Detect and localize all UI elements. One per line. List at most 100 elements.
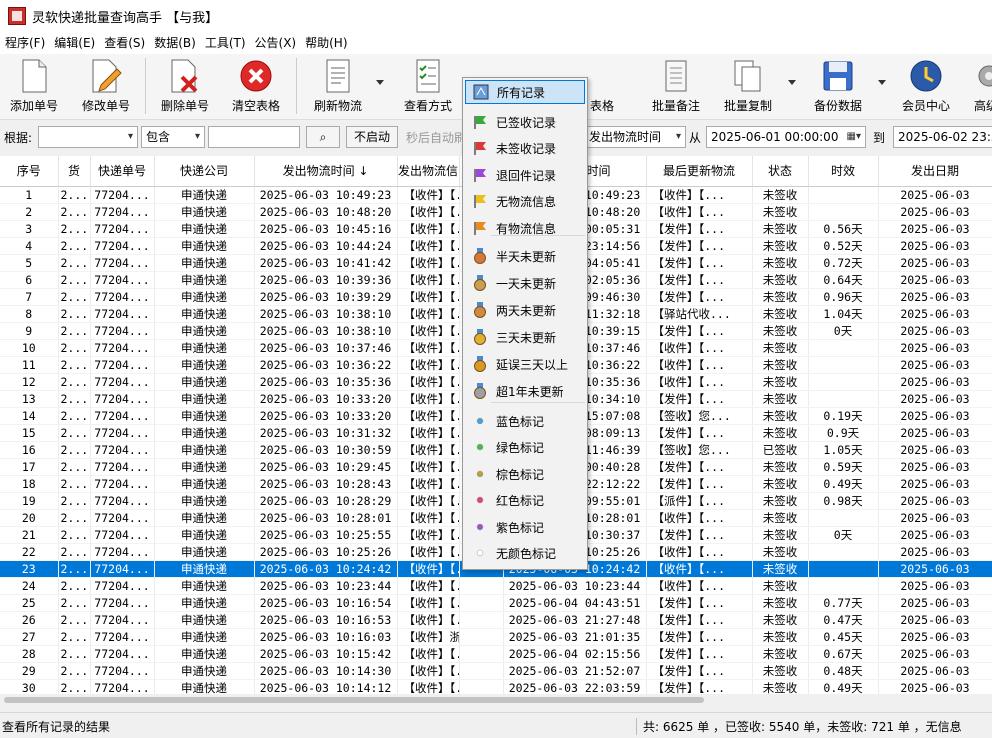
- table-row[interactable]: 29 2... 77204... 申通快递 2025-06-03 10:14:30 【收件…: [0, 662, 992, 680]
- cell-index: 5: [0, 254, 59, 272]
- cell-last-update-info: 【发件】【...: [646, 628, 753, 646]
- cell-last-update-info: 【发件】【...: [646, 254, 753, 272]
- popup-item-1[interactable]: 所有记录: [465, 80, 585, 104]
- batch-copy-button[interactable]: 批量复制: [716, 58, 780, 116]
- column-header-goods[interactable]: 货: [58, 156, 91, 187]
- column-header-tracking-number[interactable]: 快递单号: [90, 156, 155, 187]
- cell-index: 1: [0, 186, 59, 204]
- popup-item-2[interactable]: 已签收记录: [465, 110, 585, 134]
- refresh-logistics-button[interactable]: 刷新物流: [306, 58, 370, 116]
- horizontal-scrollbar[interactable]: [0, 694, 992, 706]
- advanced-button[interactable]: 高级: [966, 58, 992, 116]
- refresh-dropdown-arrow[interactable]: [376, 80, 384, 85]
- popup-item-10[interactable]: 三天未更新: [465, 325, 585, 349]
- start-date-picker[interactable]: 2025-06-01 00:00:00 ▦▾: [706, 126, 866, 148]
- cell-dispatch-info: 【收件】【...: [397, 322, 460, 340]
- cell-goods: 2...: [58, 645, 91, 663]
- cell-courier: 申通快递: [154, 305, 255, 323]
- table-row[interactable]: 24 2... 77204... 申通快递 2025-06-03 10:23:44 【收件…: [0, 577, 992, 595]
- column-header-dispatch-time[interactable]: 发出物流时间 ↓: [254, 156, 398, 187]
- menu-notice[interactable]: 公告(X): [250, 32, 301, 54]
- column-header-duration[interactable]: 时效: [808, 156, 879, 187]
- add-number-button[interactable]: 添加单号: [4, 58, 64, 116]
- cell-dispatch-time: 2025-06-03 10:38:10: [254, 322, 398, 340]
- popup-item-13[interactable]: 蓝色标记: [465, 409, 585, 433]
- batch-note-button[interactable]: 批量备注: [644, 58, 708, 116]
- popup-item-6[interactable]: 有物流信息: [465, 216, 585, 240]
- popup-item-9[interactable]: 两天未更新: [465, 298, 585, 322]
- column-header-dispatch-date[interactable]: 发出日期: [878, 156, 992, 187]
- backup-data-button[interactable]: 备份数据: [806, 58, 870, 116]
- cell-goods: 2...: [58, 305, 91, 323]
- search-icon: ⌕: [319, 130, 327, 144]
- medal-icon: [472, 329, 488, 345]
- dot-icon: [472, 466, 488, 482]
- cell-status: 未签收: [752, 288, 809, 306]
- cell-status: 未签收: [752, 458, 809, 476]
- cell-index: 7: [0, 288, 59, 306]
- menu-data[interactable]: 数据(B): [149, 32, 200, 54]
- copy-dropdown-arrow[interactable]: [788, 80, 796, 85]
- backup-dropdown-arrow[interactable]: [878, 80, 886, 85]
- cell-status: 未签收: [752, 373, 809, 391]
- cell-hidden: [459, 662, 504, 680]
- column-header-dispatch-info[interactable]: 发出物流信: [397, 156, 460, 187]
- column-header-status[interactable]: 状态: [752, 156, 809, 187]
- not-started-button[interactable]: 不启动: [346, 126, 398, 148]
- column-header-courier[interactable]: 快递公司: [154, 156, 255, 187]
- popup-item-16[interactable]: 红色标记: [465, 488, 585, 512]
- filter-field-select[interactable]: ▾: [38, 126, 138, 148]
- keyword-input[interactable]: [208, 126, 300, 148]
- member-center-button[interactable]: 会员中心: [894, 58, 958, 116]
- cell-last-update-info: 【发件】【...: [646, 645, 753, 663]
- clear-table-button[interactable]: 清空表格: [226, 58, 286, 116]
- popup-item-17[interactable]: 紫色标记: [465, 515, 585, 539]
- scrollbar-thumb[interactable]: [4, 697, 704, 703]
- cell-dispatch-time: 2025-06-03 10:45:16: [254, 220, 398, 238]
- popup-item-12[interactable]: 超1年未更新: [465, 379, 585, 403]
- cell-index: 21: [0, 526, 59, 544]
- delete-number-button[interactable]: 删除单号: [155, 58, 215, 116]
- cell-index: 8: [0, 305, 59, 323]
- popup-item-5[interactable]: 无物流信息: [465, 189, 585, 213]
- menu-help[interactable]: 帮助(H): [300, 32, 351, 54]
- end-date-picker[interactable]: 2025-06-02 23:5: [893, 126, 992, 148]
- table-row[interactable]: 28 2... 77204... 申通快递 2025-06-03 10:15:42 【收件…: [0, 645, 992, 663]
- green-flag-icon: [472, 114, 488, 130]
- cell-dispatch-date: 2025-06-03: [878, 679, 992, 694]
- table-row[interactable]: 27 2... 77204... 申通快递 2025-06-03 10:16:03 【收件…: [0, 628, 992, 646]
- cell-dispatch-info: 【收件】【...: [397, 679, 460, 694]
- popup-item-7[interactable]: 半天未更新: [465, 244, 585, 268]
- popup-item-18[interactable]: 无颜色标记: [465, 541, 585, 565]
- table-row[interactable]: 26 2... 77204... 申通快递 2025-06-03 10:16:53 【收件…: [0, 611, 992, 629]
- menu-program[interactable]: 程序(F): [0, 32, 49, 54]
- popup-item-11[interactable]: 延误三天以上: [465, 352, 585, 376]
- menu-tools[interactable]: 工具(T): [200, 32, 250, 54]
- search-button[interactable]: ⌕: [306, 126, 340, 148]
- table-row[interactable]: 25 2... 77204... 申通快递 2025-06-03 10:16:54 【收件…: [0, 594, 992, 612]
- menu-edit[interactable]: 编辑(E): [49, 32, 99, 54]
- medal-icon: [472, 356, 488, 372]
- match-mode-select[interactable]: 包含 ▾: [141, 126, 205, 148]
- popup-item-label: 所有记录: [497, 85, 546, 100]
- export-table-button[interactable]: 表格: [582, 58, 622, 116]
- time-field-select[interactable]: 发出物流时间 ▾: [584, 126, 686, 148]
- popup-item-3[interactable]: 未签收记录: [465, 136, 585, 160]
- popup-item-4[interactable]: 退回件记录: [465, 163, 585, 187]
- column-header-last-update-info[interactable]: 最后更新物流: [646, 156, 753, 187]
- delete-document-icon: [168, 58, 202, 94]
- cell-status: 未签收: [752, 611, 809, 629]
- popup-item-15[interactable]: 棕色标记: [465, 462, 585, 486]
- cell-last-update-time: 2025-06-04 02:15:56: [503, 645, 647, 663]
- cell-index: 10: [0, 339, 59, 357]
- popup-item-14[interactable]: 绿色标记: [465, 435, 585, 459]
- chevron-down-icon: ▾: [127, 131, 133, 142]
- table-row[interactable]: 30 2... 77204... 申通快递 2025-06-03 10:14:12 【收件…: [0, 679, 992, 694]
- cell-courier: 申通快递: [154, 475, 255, 493]
- view-mode-button[interactable]: 查看方式: [396, 58, 460, 116]
- popup-item-8[interactable]: 一天未更新: [465, 271, 585, 295]
- edit-number-button[interactable]: 修改单号: [76, 58, 136, 116]
- menu-view[interactable]: 查看(S): [99, 32, 149, 54]
- cell-goods: 2...: [58, 611, 91, 629]
- column-header-index[interactable]: 序号: [0, 156, 59, 187]
